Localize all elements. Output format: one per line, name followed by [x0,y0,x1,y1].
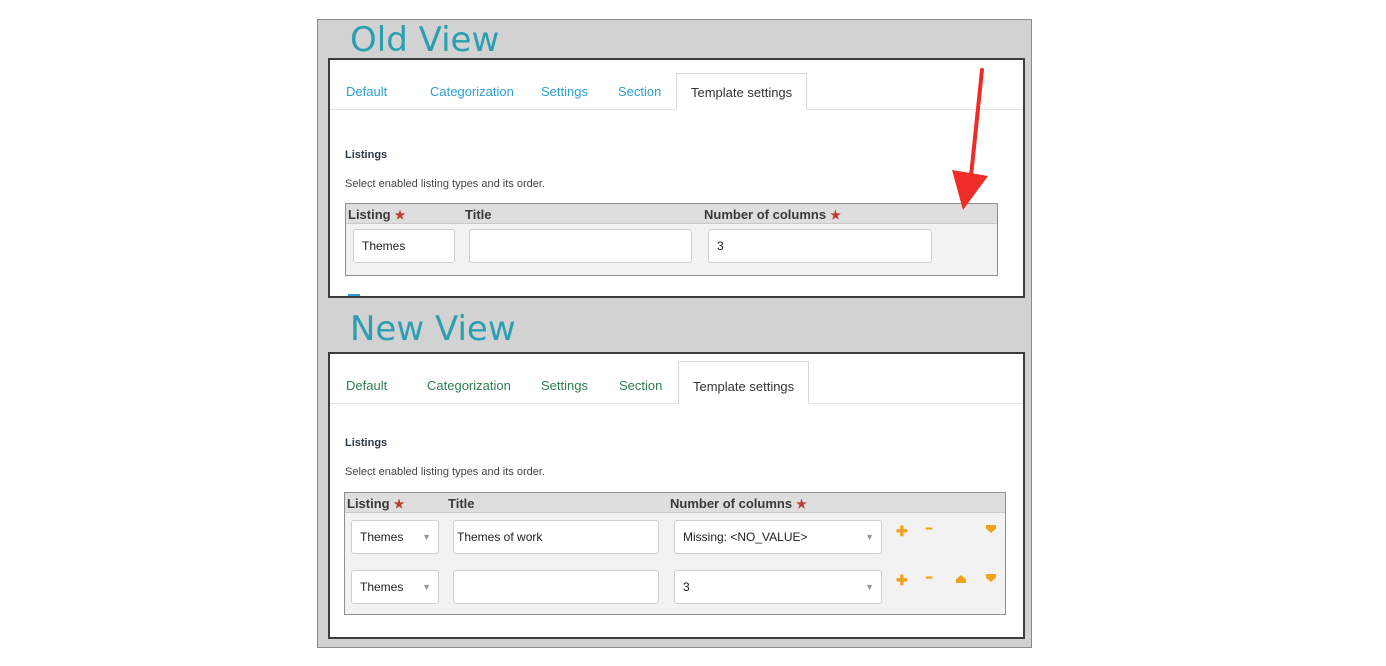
new-row1-listing-select[interactable]: Themes ▼ [351,520,439,554]
chevron-down-icon: ▼ [865,582,874,592]
new-listings-grid: Listing ★ Title Number of columns ★ Themes… [344,492,1006,615]
old-cutoff-marker [348,294,360,296]
chevron-down-icon: ▼ [422,532,431,542]
old-col-listing: Listing ★ [348,207,406,222]
arrow-down-icon[interactable] [986,525,996,533]
old-title-field[interactable] [469,229,692,263]
old-tab-section[interactable]: Section [618,84,661,99]
chevron-down-icon: ▼ [422,582,431,592]
minus-icon[interactable]: ━ [926,574,932,584]
plus-icon[interactable]: ✚ [896,524,908,538]
new-tab-template-settings[interactable]: Template settings [678,361,810,404]
arrow-down-icon[interactable] [986,574,996,582]
new-tab-section[interactable]: Section [619,378,662,393]
new-grid-header: Listing ★ Title Number of columns ★ [345,493,1005,513]
old-listings-grid: Listing ★ Title Number of columns ★ Themes… [345,203,998,276]
new-row2-title-input[interactable] [453,570,659,604]
required-star-icon: ★ [393,497,405,511]
old-listing-field[interactable]: Themes [353,229,455,263]
old-tab-settings[interactable]: Settings [541,84,588,99]
red-arrow-icon [952,68,988,210]
new-view-heading: New View [350,309,516,349]
old-tab-bar: Default Categorization Settings Section … [330,60,1023,110]
old-view-heading: Old View [350,20,500,60]
old-listings-hint: Select enabled listing types and its ord… [345,178,545,190]
required-star-icon: ★ [796,497,807,511]
arrow-up-icon[interactable] [956,575,966,583]
old-grid-header: Listing ★ Title Number of columns ★ [346,204,997,224]
plus-icon[interactable]: ✚ [896,573,908,587]
new-listings-hint: Select enabled listing types and its ord… [345,466,545,478]
old-tab-default[interactable]: Default [346,84,387,99]
required-star-icon: ★ [394,208,406,222]
old-columns-field[interactable]: 3 [708,229,932,263]
minus-icon[interactable]: ━ [926,525,932,535]
new-col-title: Title [448,496,475,511]
new-col-number-of-columns: Number of columns ★ [670,496,807,511]
new-row1-title-input[interactable]: Themes of work [453,520,659,554]
old-col-number-of-columns: Number of columns ★ [704,207,841,222]
new-row2-columns-select[interactable]: 3 ▼ [674,570,882,604]
new-col-listing: Listing ★ [347,496,405,511]
new-tab-bar: Default Categorization Settings Section … [330,354,1023,404]
new-view-panel: Default Categorization Settings Section … [328,352,1025,639]
comparison-frame: Old View Default Categorization Settings… [317,19,1032,648]
new-row1-columns-select[interactable]: Missing: <NO_VALUE> ▼ [674,520,882,554]
new-row2-listing-select[interactable]: Themes ▼ [351,570,439,604]
old-view-panel: Default Categorization Settings Section … [328,58,1025,298]
old-col-title: Title [465,207,492,222]
old-tab-categorization[interactable]: Categorization [430,84,514,99]
old-tab-template-settings[interactable]: Template settings [676,73,808,110]
new-tab-settings[interactable]: Settings [541,378,588,393]
chevron-down-icon: ▼ [865,532,874,542]
new-tab-categorization[interactable]: Categorization [427,378,511,393]
required-star-icon: ★ [830,208,841,222]
old-listings-heading: Listings [345,149,388,161]
new-tab-default[interactable]: Default [346,378,387,393]
new-listings-heading: Listings [345,437,388,449]
